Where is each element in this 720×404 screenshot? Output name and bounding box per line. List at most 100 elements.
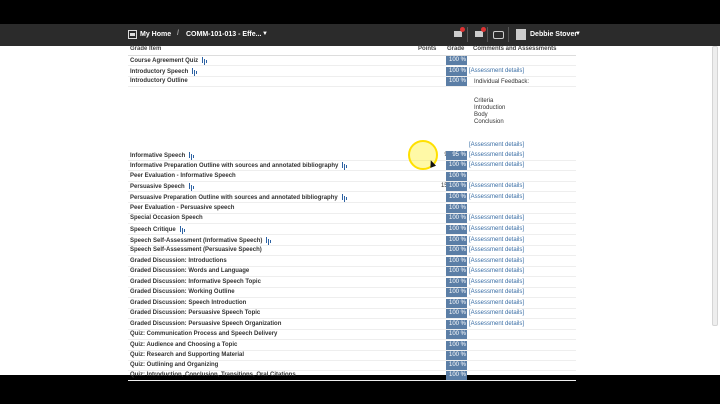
row-divider [128,223,576,224]
assessment-details-link[interactable]: [Assessment details] [469,310,524,316]
assessment-details-link[interactable]: [Assessment details] [469,162,524,168]
header-points[interactable]: Points [418,46,436,55]
header-comments: Comments and Assessments [473,46,557,52]
grade-item-name[interactable]: Speech Critique [130,226,185,233]
grade-item-name[interactable]: Graded Discussion: Introductions [130,258,227,264]
feedback-item: Body [474,112,488,118]
assessment-details-link[interactable]: [Assessment details] [469,194,524,200]
table-row: Quiz: Research and Supporting Material 10… [128,351,576,361]
user-name[interactable]: Debbie Stover [530,31,577,38]
table-row: Informative Speech95 / 10095 %[Assessmen… [128,151,576,161]
my-home-link[interactable]: My Home [140,31,171,38]
row-divider [128,255,576,256]
grade-item-name[interactable]: Peer Evaluation - Persuasive speech [130,205,234,211]
assessment-details-link[interactable]: [Assessment details] [469,321,524,327]
grade-badge: 100 % [446,204,467,213]
assessment-details-link[interactable]: [Assessment details] [469,215,524,221]
row-divider [128,170,576,171]
row-divider [128,276,576,277]
table-row: Speech Self-Assessment (Informative Spee… [128,236,576,246]
grade-item-name[interactable]: Informative Preparation Outline with sou… [130,162,348,169]
grade-item-name[interactable]: Persuasive Speech [130,183,194,190]
table-row: Quiz: Audience and Choosing a Topic10 / … [128,341,576,351]
assessment-details-link[interactable]: [Assessment details] [469,226,524,232]
assessment-details-link[interactable]: [Assessment details] [469,268,524,274]
grade-item-name[interactable]: Persuasive Preparation Outline with sour… [130,194,347,201]
table-row: Persuasive Speech150 / 150100 %[Assessme… [128,182,576,192]
user-caret-icon[interactable]: ▼ [575,31,581,37]
assessment-details-link[interactable]: [Assessment details] [469,183,524,189]
table-row: Course Agreement Quiz10 / 10100 % [128,56,576,66]
divider [467,27,468,42]
grade-item-name[interactable]: Peer Evaluation - Informative Speech [130,173,236,179]
grade-item-name[interactable]: Quiz: Audience and Choosing a Topic [130,342,237,348]
grade-item-name[interactable]: Graded Discussion: Informative Speech To… [130,279,261,285]
grade-item-name[interactable]: Quiz: Research and Supporting Material [130,352,244,358]
grade-item-name[interactable]: Graded Discussion: Persuasive Speech Org… [130,321,281,327]
grade-badge: 100 % [446,257,467,266]
grade-badge: 100 % [446,288,467,297]
grade-item-name[interactable]: Speech Self-Assessment (Informative Spee… [130,237,272,244]
course-selector[interactable]: COMM-101-013 - Effe... [186,31,261,38]
grade-item-name[interactable]: Graded Discussion: Speech Introduction [130,300,246,306]
grade-item-name[interactable]: Graded Discussion: Working Outline [130,289,235,295]
table-row: Graded Discussion: Persuasive Speech Top… [128,309,576,319]
assessment-details-link[interactable]: [Assessment details] [469,152,524,158]
statistics-icon[interactable] [191,68,198,74]
header-grade[interactable]: Grade [447,46,464,55]
grade-badge: 100 % [446,56,467,65]
mail-icon[interactable] [453,27,465,39]
chat-icon[interactable] [474,27,486,39]
grade-item-name[interactable]: Introductory Speech [130,68,198,75]
assessment-details-link[interactable]: [Assessment details] [469,237,524,243]
feedback-item: Criteria [474,98,494,104]
table-row: Graded Discussion: Persuasive Speech Org… [128,320,576,330]
statistics-icon[interactable] [188,152,195,158]
statistics-icon[interactable] [201,57,208,63]
grade-item-name[interactable]: Course Agreement Quiz [130,57,208,64]
grade-badge: 100 % [446,172,467,181]
statistics-icon[interactable] [341,194,347,200]
home-icon[interactable] [128,30,137,39]
assessment-details-link[interactable]: [Assessment details] [469,142,524,148]
grade-item-name[interactable]: Introductory Outline [130,78,188,84]
grade-item-name[interactable]: Informative Speech [130,152,195,159]
table-row: Speech Self-Assessment (Persuasive Speec… [128,246,576,256]
scrollbar[interactable] [712,46,718,326]
table-row: Graded Discussion: Speech Introduction15… [128,299,576,309]
course-caret-icon[interactable]: ▼ [262,31,268,37]
assessment-details-link[interactable]: [Assessment details] [469,258,524,264]
assessment-details-link[interactable]: [Assessment details] [469,300,524,306]
row-divider [128,318,576,319]
statistics-icon[interactable] [188,183,194,189]
assessment-details-link[interactable]: [Assessment details] [469,247,524,253]
statistics-icon[interactable] [179,226,185,232]
grade-item-name[interactable]: Quiz: Introduction, Conclusion, Transiti… [130,372,296,378]
assessment-details-link[interactable]: [Assessment details] [469,68,524,74]
grade-item-name[interactable]: Quiz: Communication Process and Speech D… [130,331,277,337]
feedback-item: Conclusion [474,119,504,125]
avatar[interactable] [516,29,526,40]
grade-badge: 100 % [446,161,467,170]
assessment-details-link[interactable]: [Assessment details] [469,289,524,295]
assessment-details-link[interactable]: [Assessment details] [469,279,524,285]
notification-badge [481,27,486,32]
table-row: Introductory Speech40 / 40100 %[Assessme… [128,67,576,77]
statistics-icon[interactable] [265,237,272,243]
table-row: Quiz: Introduction, Conclusion, Transiti… [128,371,576,381]
grade-badge: 100 % [446,214,467,223]
grade-item-name[interactable]: Special Occasion Speech [130,215,203,221]
header-grade-item[interactable]: Grade Item [130,46,161,55]
grade-item-name[interactable]: Graded Discussion: Persuasive Speech Top… [130,310,260,316]
table-row: Informative Preparation Outline with sou… [128,161,576,171]
grade-item-name[interactable]: Graded Discussion: Words and Language [130,268,249,274]
notification-badge [460,27,465,32]
grade-item-name[interactable]: Quiz: Outlining and Organizing [130,362,218,368]
statistics-icon[interactable] [341,162,348,168]
updates-icon[interactable] [493,29,504,39]
video-frame: My Home / COMM-101-013 - Effe... ▼ Debbi… [0,0,720,404]
grade-item-name[interactable]: Speech Self-Assessment (Persuasive Speec… [130,247,262,253]
table-row: Graded Discussion: Introductions15 / 151… [128,257,576,267]
row-divider [128,380,576,381]
table-row: Peer Evaluation - Informative Speech20 /… [128,172,576,182]
